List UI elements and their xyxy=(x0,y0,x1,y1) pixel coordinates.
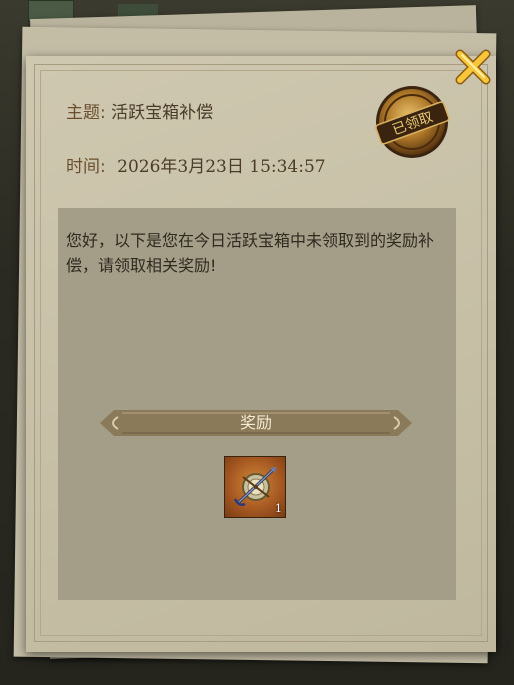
mail-subject-row: 主题: 活跃宝箱补偿 xyxy=(66,98,213,123)
mail-body-text: 您好，以下是您在今日活跃宝箱中未领取到的奖励补偿，请领取相关奖励! xyxy=(66,231,435,275)
close-button[interactable] xyxy=(450,44,496,90)
close-x-icon xyxy=(455,49,491,85)
time-label: 时间: xyxy=(66,157,106,177)
mail-time-row: 时间: 2026年3月23日 15:34:57 xyxy=(66,152,326,177)
reward-item-slot[interactable]: 1 xyxy=(224,456,286,518)
subject-label: 主题: xyxy=(66,103,106,123)
time-value: 2026年3月23日 15:34:57 xyxy=(117,157,326,177)
rewards-banner-label: 奖励 xyxy=(239,413,272,432)
rewards-banner: 奖励 xyxy=(100,410,412,436)
claimed-seal-icon: 已领取 xyxy=(372,82,452,162)
subject-value: 活跃宝箱补偿 xyxy=(111,103,214,123)
reward-item-count: 1 xyxy=(275,502,282,515)
